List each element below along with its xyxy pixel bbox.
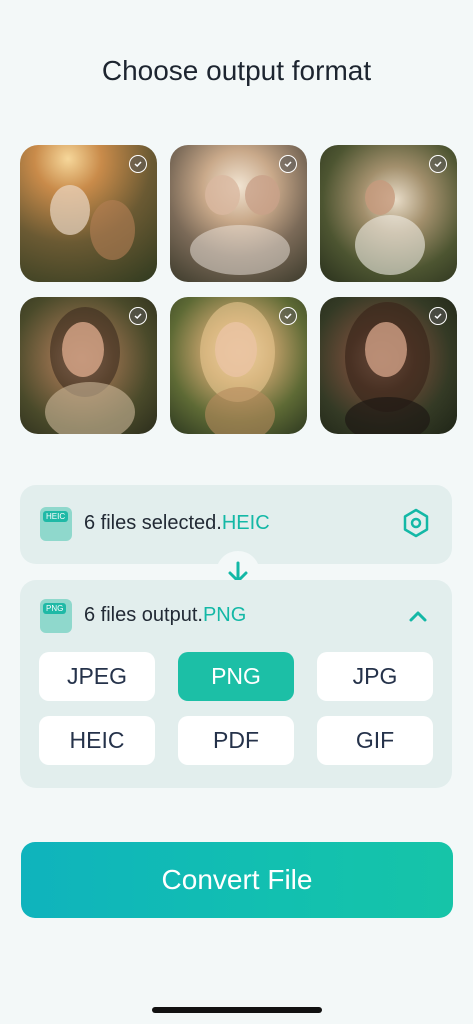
photo-thumbnail[interactable] xyxy=(20,145,157,282)
heic-file-icon: HEIC xyxy=(40,507,72,541)
format-option-jpg[interactable]: JPG xyxy=(317,652,433,701)
photo-thumbnail[interactable] xyxy=(170,145,307,282)
check-icon[interactable] xyxy=(429,155,447,173)
photo-thumbnail[interactable] xyxy=(170,297,307,434)
check-icon[interactable] xyxy=(129,307,147,325)
home-indicator[interactable] xyxy=(152,1007,322,1013)
chevron-up-icon[interactable] xyxy=(406,604,430,628)
hexagon-settings-icon[interactable] xyxy=(400,507,432,539)
format-option-png[interactable]: PNG xyxy=(178,652,294,701)
png-file-icon: PNG xyxy=(40,599,72,633)
format-option-gif[interactable]: GIF xyxy=(317,716,433,765)
convert-file-button[interactable]: Convert File xyxy=(21,842,453,918)
format-option-heic[interactable]: HEIC xyxy=(39,716,155,765)
photo-grid xyxy=(20,145,457,434)
input-files-label: 6 files selected.HEIC xyxy=(84,512,270,534)
page-title: Choose output format xyxy=(101,55,372,86)
photo-thumbnail[interactable] xyxy=(320,297,457,434)
photo-thumbnail[interactable] xyxy=(320,145,457,282)
format-option-jpeg[interactable]: JPEG xyxy=(39,652,155,701)
check-icon[interactable] xyxy=(279,155,297,173)
format-options: JPEG PNG JPG HEIC PDF GIF xyxy=(39,652,433,765)
check-icon[interactable] xyxy=(429,307,447,325)
check-icon[interactable] xyxy=(129,155,147,173)
photo-thumbnail[interactable] xyxy=(20,297,157,434)
check-icon[interactable] xyxy=(279,307,297,325)
output-files-label: 6 files output.PNG xyxy=(84,604,247,626)
format-option-pdf[interactable]: PDF xyxy=(178,716,294,765)
